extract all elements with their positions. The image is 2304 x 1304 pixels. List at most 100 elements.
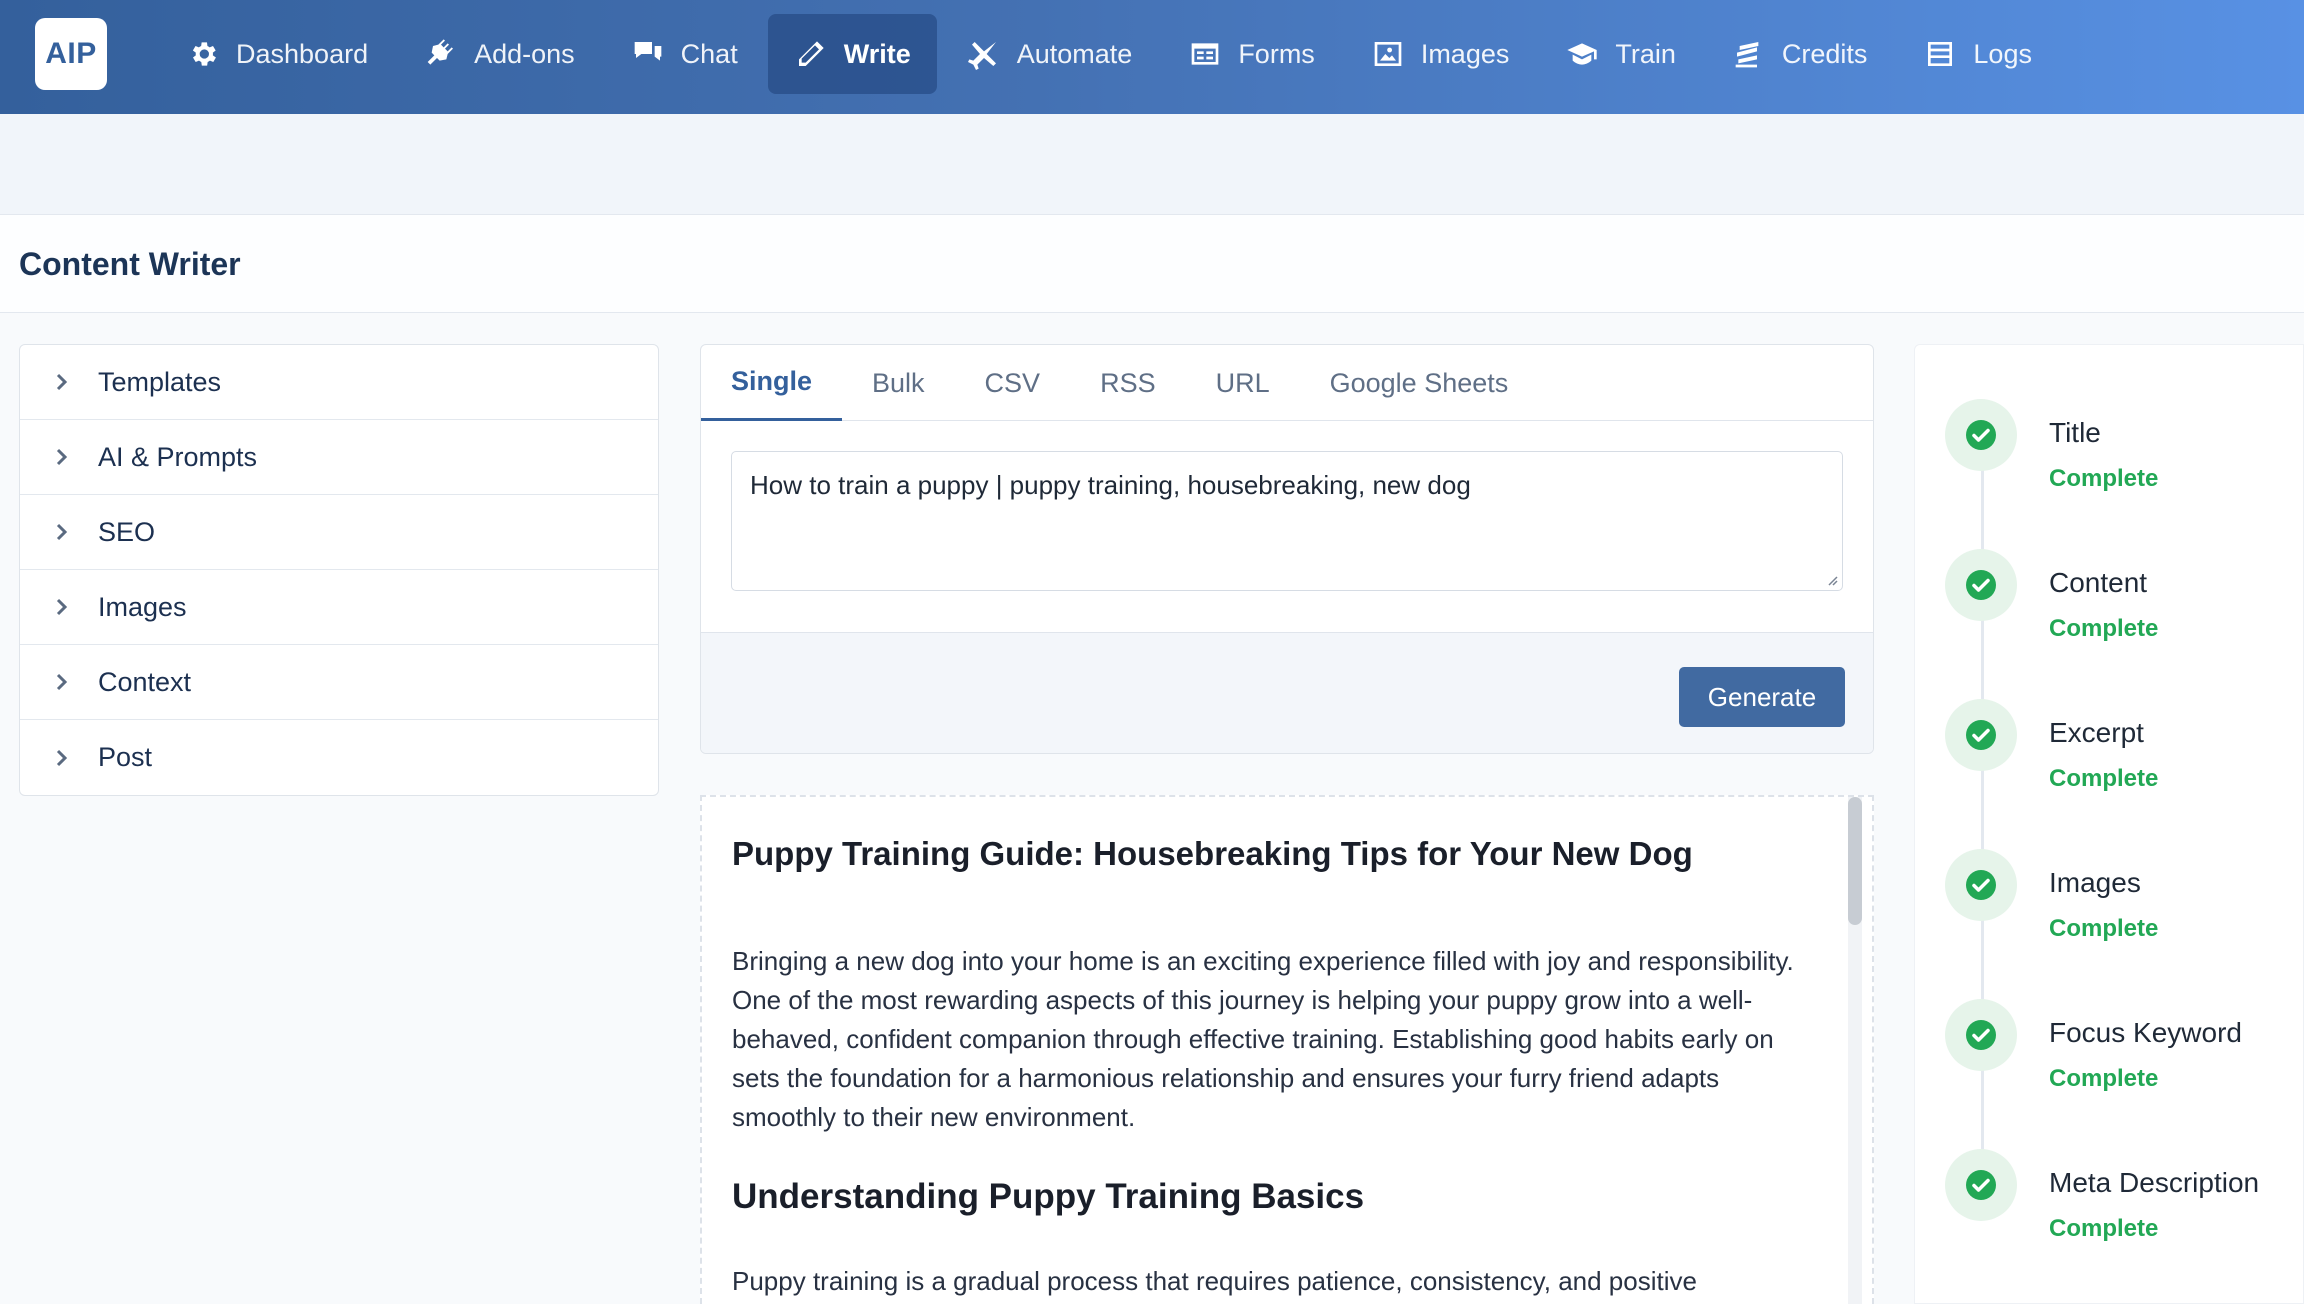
accordion-item-seo[interactable]: SEO [20, 495, 658, 570]
chevron-right-icon [52, 748, 72, 768]
check-circle-icon [1945, 999, 2017, 1071]
nav-label: Add-ons [474, 38, 575, 69]
nav-label: Credits [1781, 38, 1868, 69]
accordion-label: Templates [98, 366, 222, 397]
generate-button[interactable]: Generate [1679, 667, 1845, 727]
article-paragraph: Puppy training is a gradual process that… [732, 1266, 1697, 1296]
chevron-right-icon [52, 522, 72, 542]
nav-item-forms[interactable]: Forms [1162, 14, 1341, 94]
accordion-item-ai-prompts[interactable]: AI & Prompts [20, 420, 658, 495]
generation-progress: Title Complete Content Complete Excerpt … [1914, 344, 2304, 1304]
writer-tabs: Single Bulk CSV RSS URL Google Sheets [701, 345, 1873, 421]
topic-input-value: How to train a puppy | puppy training, h… [750, 470, 1471, 500]
accordion-label: Images [98, 591, 187, 622]
chevron-right-icon [52, 672, 72, 692]
step-title: Title Complete [1945, 399, 2285, 519]
step-images: Images Complete [1945, 849, 2285, 969]
check-circle-icon [1945, 699, 2017, 771]
nav-item-add-ons[interactable]: Add-ons [398, 14, 601, 94]
article-section-heading: Understanding Puppy Training Basics [732, 1177, 1365, 1216]
topic-input[interactable]: How to train a puppy | puppy training, h… [731, 451, 1843, 591]
nav-item-automate[interactable]: Automate [941, 14, 1159, 94]
step-label: Focus Keyword [2049, 1017, 2242, 1048]
nav-item-images[interactable]: Images [1345, 14, 1536, 94]
app-logo[interactable]: AIP [35, 18, 107, 90]
step-label: Title [2049, 417, 2101, 448]
chevron-right-icon [52, 597, 72, 617]
page-title: Content Writer [19, 246, 241, 282]
gear-icon [186, 37, 220, 71]
tab-single[interactable]: Single [701, 345, 843, 421]
step-focus-keyword: Focus Keyword Complete [1945, 999, 2285, 1119]
step-content: Content Complete [1945, 549, 2285, 669]
preview-scrollbar[interactable] [1848, 797, 1862, 1304]
article-preview[interactable]: Puppy Training Guide: Housebreaking Tips… [700, 795, 1874, 1304]
step-meta-description: Meta Description Complete [1945, 1149, 2285, 1269]
form-icon [1188, 37, 1222, 71]
tab-bulk[interactable]: Bulk [842, 345, 955, 421]
graduation-cap-icon [1565, 37, 1599, 71]
step-status: Complete [2049, 915, 2159, 942]
nav-label: Automate [1016, 38, 1133, 69]
pencil-icon [794, 37, 828, 71]
accordion-item-images[interactable]: Images [20, 570, 658, 645]
nav-label: Chat [680, 38, 738, 69]
list-icon [1923, 37, 1957, 71]
chevron-right-icon [52, 447, 72, 467]
main-nav: Dashboard Add-ons Chat Write Automate Fo… [160, 14, 2062, 94]
step-status: Complete [2049, 465, 2159, 492]
nav-label: Forms [1238, 38, 1315, 69]
accordion-item-templates[interactable]: Templates [20, 345, 658, 420]
accordion-label: SEO [98, 516, 156, 547]
step-status: Complete [2049, 1065, 2159, 1092]
nav-label: Logs [1973, 38, 2032, 69]
nav-label: Write [843, 38, 911, 69]
settings-accordion: Templates AI & Prompts SEO Images Contex… [19, 344, 659, 796]
step-label: Meta Description [2049, 1167, 2260, 1198]
scrollbar-thumb[interactable] [1848, 797, 1862, 925]
title-row [0, 215, 2304, 313]
writer-panel-footer: Generate [701, 632, 1873, 753]
accordion-label: AI & Prompts [98, 441, 258, 472]
step-status: Complete [2049, 1215, 2159, 1242]
tab-url[interactable]: URL [1186, 345, 1300, 421]
nav-label: Dashboard [236, 38, 369, 69]
nav-item-credits[interactable]: Credits [1706, 14, 1894, 94]
accordion-label: Post [98, 742, 153, 772]
tab-google-sheets[interactable]: Google Sheets [1300, 345, 1539, 421]
article-title: Puppy Training Guide: Housebreaking Tips… [732, 835, 1693, 872]
check-circle-icon [1945, 549, 2017, 621]
step-label: Content [2049, 567, 2148, 598]
image-icon [1371, 37, 1405, 71]
article-intro-paragraph: Bringing a new dog into your home is an … [732, 946, 1794, 1132]
chat-icon [631, 37, 665, 71]
resize-handle-icon[interactable] [1824, 572, 1838, 586]
accordion-item-context[interactable]: Context [20, 645, 658, 720]
nav-item-train[interactable]: Train [1539, 14, 1702, 94]
step-label: Excerpt [2049, 717, 2144, 748]
accordion-item-post[interactable]: Post [20, 720, 658, 795]
check-circle-icon [1945, 849, 2017, 921]
coins-icon [1732, 37, 1766, 71]
tab-rss[interactable]: RSS [1070, 345, 1186, 421]
writer-panel: Single Bulk CSV RSS URL Google Sheets Ho… [700, 344, 1874, 754]
plane-icon [967, 37, 1001, 71]
chevron-right-icon [52, 372, 72, 392]
nav-item-write[interactable]: Write [767, 14, 937, 94]
plug-icon [424, 37, 458, 71]
subheader-band [0, 114, 2304, 215]
nav-item-logs[interactable]: Logs [1897, 14, 2058, 94]
accordion-label: Context [98, 666, 192, 697]
check-circle-icon [1945, 399, 2017, 471]
nav-item-dashboard[interactable]: Dashboard [160, 14, 394, 94]
step-status: Complete [2049, 765, 2159, 792]
top-navigation: AIP Dashboard Add-ons Chat Write Automat… [0, 0, 2304, 114]
tab-csv[interactable]: CSV [955, 345, 1071, 421]
check-circle-icon [1945, 1149, 2017, 1221]
nav-item-chat[interactable]: Chat [605, 14, 764, 94]
step-status: Complete [2049, 615, 2159, 642]
nav-label: Train [1615, 38, 1676, 69]
step-label: Images [2049, 867, 2141, 898]
nav-label: Images [1420, 38, 1510, 69]
step-excerpt: Excerpt Complete [1945, 699, 2285, 819]
